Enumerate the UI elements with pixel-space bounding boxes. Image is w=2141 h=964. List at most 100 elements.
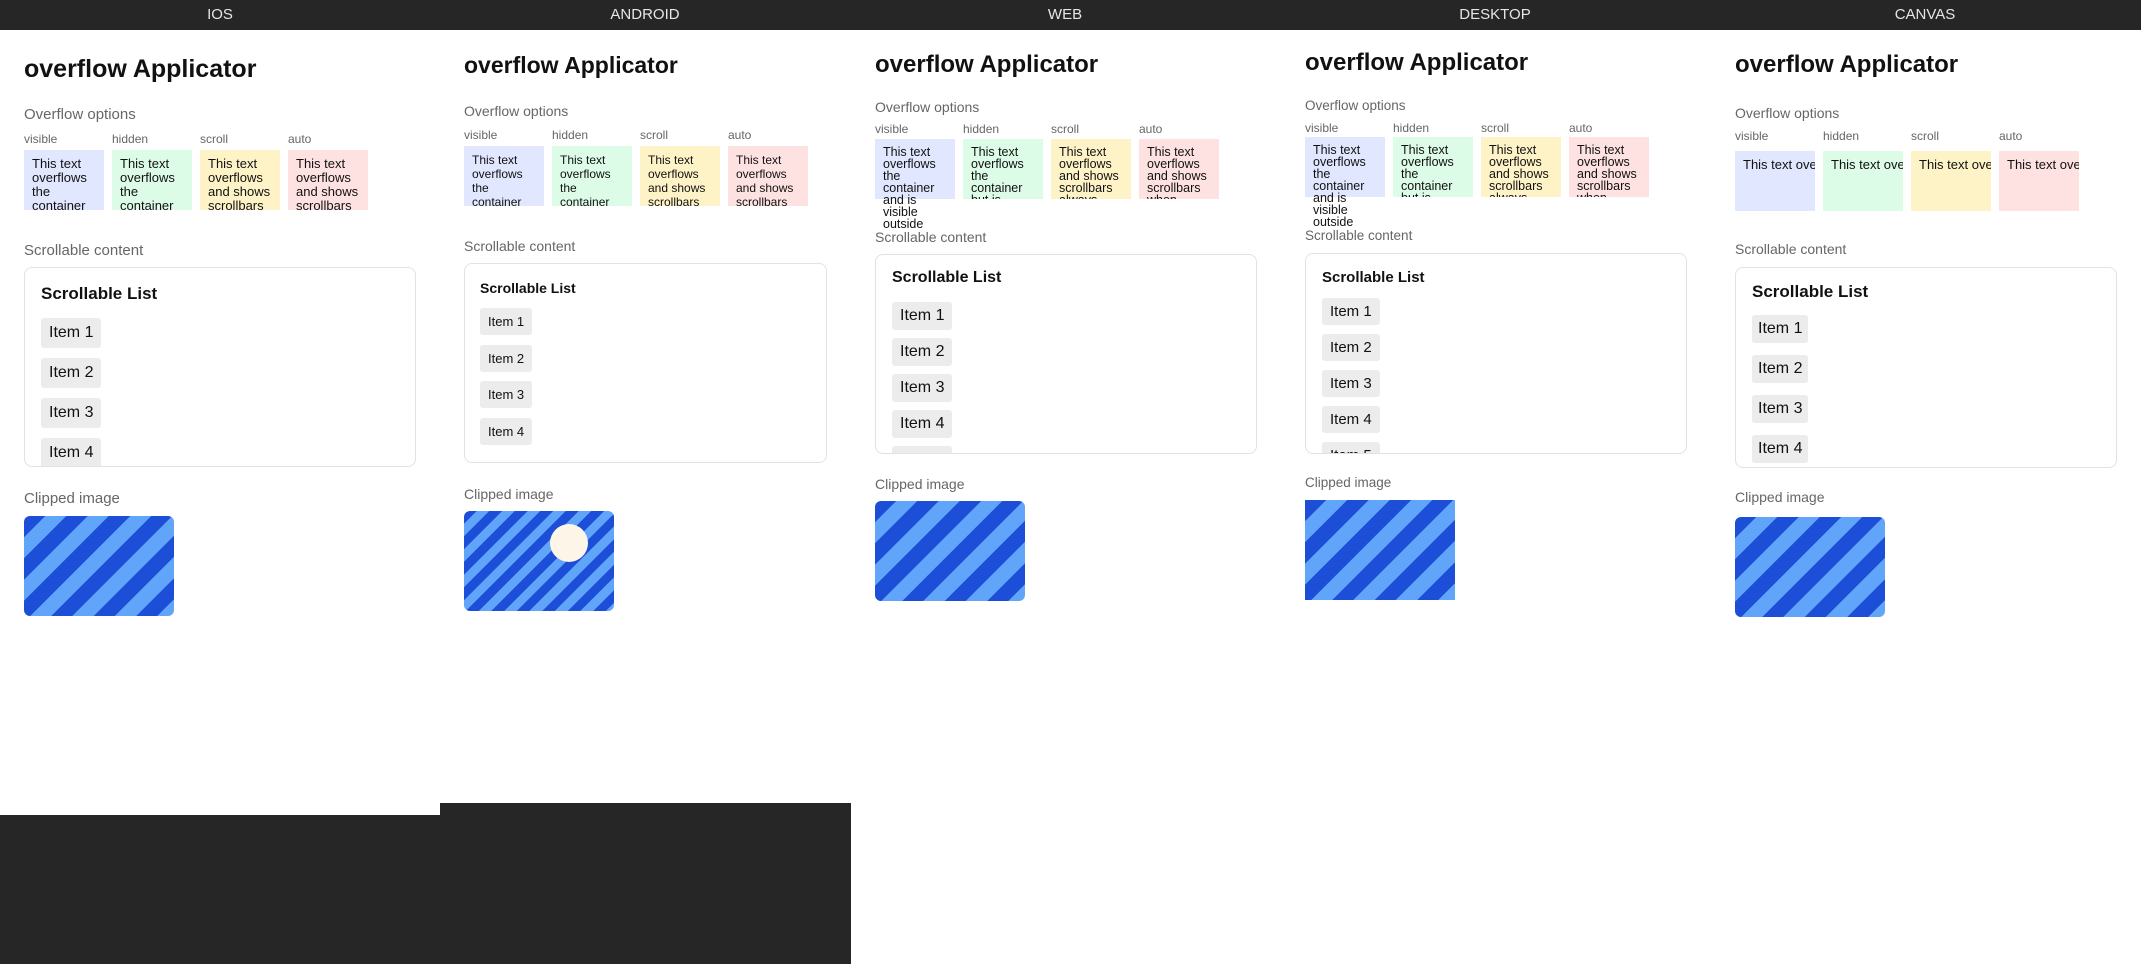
list-item: Item 2 — [41, 358, 102, 388]
overflow-visible-box: This text overflows the container and is… — [1735, 151, 1815, 211]
ios-empty-area — [0, 815, 440, 964]
clipped-image-heading: Clipped image — [24, 490, 120, 507]
label-auto: auto — [1999, 129, 2023, 143]
overflow-options-heading: Overflow options — [875, 99, 980, 115]
overflow-hidden-box: This text overflows the container but is… — [1823, 151, 1903, 211]
scrollable-content-heading: Scrollable content — [464, 238, 576, 254]
label-scroll: scroll — [1911, 129, 1940, 143]
scrollable-list-panel[interactable]: Scrollable List Item 1 Item 2 Item 3 Ite… — [24, 267, 416, 467]
clipped-image-heading: Clipped image — [1305, 475, 1392, 490]
list-item: Item 1 — [480, 308, 533, 335]
overflow-auto-box[interactable]: This text overflows and shows scrollbars… — [1569, 137, 1649, 197]
striped-image — [24, 516, 174, 616]
platform-tab-bar: IOS ANDROID WEB DESKTOP CANVAS — [0, 0, 2141, 30]
list-item: Item 4 — [892, 410, 953, 438]
overflow-visible-box: This text overflows the container and is… — [24, 150, 104, 210]
overflow-visible-box: This text overflows the container and is… — [1305, 137, 1385, 228]
label-auto: auto — [728, 128, 752, 142]
list-item: Item 2 — [480, 345, 533, 372]
overflow-scroll-box[interactable]: This text overflows and shows scrollbars… — [640, 146, 720, 206]
overflow-options-heading: Overflow options — [1735, 105, 1840, 121]
scrollable-list-panel[interactable]: Scrollable List Item 1 Item 2 Item 3 Ite… — [1305, 253, 1687, 454]
list-item: Item 5 — [1322, 442, 1380, 453]
label-auto: auto — [1569, 121, 1593, 135]
list-item: Item 3 — [1752, 395, 1809, 423]
scrollable-content-heading: Scrollable content — [24, 242, 144, 259]
list-item: Item 2 — [1752, 355, 1809, 383]
overflow-hidden-box: This text overflows the container but is… — [963, 139, 1043, 199]
overflow-hidden-box: This text overflows the container but is… — [112, 150, 192, 210]
list-item: Item 4 — [1322, 406, 1380, 433]
canvas-preview: overflow Applicator Overflow options vis… — [1711, 30, 2141, 964]
overflow-auto-box[interactable]: This text overflows and shows scrollbars… — [728, 146, 808, 206]
list-item: Item 2 — [1322, 334, 1380, 361]
label-hidden: hidden — [552, 128, 589, 142]
overflow-auto-box[interactable]: This text overflows and shows scrollbars… — [1999, 151, 2079, 211]
overflow-scroll-box[interactable]: This text overflows and shows scrollbars… — [1051, 139, 1131, 199]
clipped-image-heading: Clipped image — [1735, 489, 1825, 505]
page-title: overflow Applicator — [24, 55, 257, 83]
overflow-options-heading: Overflow options — [24, 106, 136, 123]
scrollable-content-heading: Scrollable content — [1735, 241, 1847, 257]
list-item: Item 4 — [41, 438, 102, 466]
overflow-visible-box: This text overflows the container and is… — [875, 139, 955, 230]
list-item: Item 2 — [892, 338, 953, 366]
label-visible: visible — [24, 132, 58, 146]
tab-android[interactable]: ANDROID — [545, 0, 745, 30]
list-item: Item 1 — [41, 318, 102, 348]
label-scroll: scroll — [1051, 122, 1080, 136]
list-item: Item 3 — [480, 381, 533, 408]
scrollable-list-panel[interactable]: Scrollable List Item 1 Item 2 Item 3 Ite… — [875, 254, 1257, 454]
overflow-scroll-box[interactable]: This text overflows and shows scrollbars… — [1481, 137, 1561, 197]
overflow-scroll-box[interactable]: This text overflows and shows scrollbars… — [1911, 151, 1991, 211]
web-preview: overflow Applicator Overflow options vis… — [851, 30, 1281, 964]
list-item: Item 1 — [1752, 315, 1809, 343]
scrollable-list-title: Scrollable List — [892, 269, 1002, 286]
tab-web[interactable]: WEB — [965, 0, 1165, 30]
label-visible: visible — [1735, 129, 1769, 143]
list-item: Item 3 — [41, 398, 102, 428]
scrollable-content-heading: Scrollable content — [1305, 228, 1413, 243]
tab-canvas[interactable]: CANVAS — [1825, 0, 2025, 30]
circle-shape — [550, 524, 588, 562]
scrollable-list-title: Scrollable List — [480, 280, 576, 296]
scrollable-list-title: Scrollable List — [41, 284, 158, 303]
page-title: overflow Applicator — [875, 51, 1099, 78]
label-auto: auto — [1139, 122, 1163, 136]
overflow-hidden-box: This text overflows the container but is… — [552, 146, 632, 206]
clipped-image-heading: Clipped image — [875, 476, 965, 492]
page-title: overflow Applicator — [1305, 49, 1529, 76]
overflow-scroll-box[interactable]: This text overflows and shows scrollbars… — [200, 150, 280, 210]
overflow-visible-box: This text overflows the container and is… — [464, 146, 544, 206]
label-visible: visible — [464, 128, 498, 142]
striped-image — [464, 511, 614, 611]
striped-image — [1735, 517, 1885, 617]
clipped-image-heading: Clipped image — [464, 486, 554, 502]
list-item: Item 1 — [1322, 298, 1380, 325]
overflow-hidden-box: This text overflows the container but is… — [1393, 137, 1473, 197]
label-visible: visible — [875, 122, 909, 136]
tab-ios[interactable]: IOS — [120, 0, 320, 30]
overflow-auto-box[interactable]: This text overflows and shows scrollbars… — [1139, 139, 1219, 199]
scrollable-list-panel[interactable]: Scrollable List Item 1 Item 2 Item 3 Ite… — [464, 263, 827, 463]
label-auto: auto — [288, 132, 312, 146]
label-hidden: hidden — [1393, 121, 1430, 135]
label-scroll: scroll — [640, 128, 669, 142]
list-item: Item 3 — [892, 374, 953, 402]
scrollable-list-panel[interactable]: Scrollable List Item 1 Item 2 Item 3 Ite… — [1735, 267, 2117, 468]
overflow-auto-box[interactable]: This text overflows and shows scrollbars… — [288, 150, 368, 210]
list-item: Item 4 — [1752, 435, 1809, 463]
label-hidden: hidden — [112, 132, 149, 146]
list-item: Item 3 — [1322, 370, 1380, 397]
label-visible: visible — [1305, 121, 1339, 135]
list-item: Item 4 — [480, 418, 533, 445]
scrollable-list-title: Scrollable List — [1322, 269, 1425, 286]
list-item: Item 1 — [892, 302, 953, 330]
striped-image — [875, 501, 1025, 601]
tab-desktop[interactable]: DESKTOP — [1395, 0, 1595, 30]
label-hidden: hidden — [963, 122, 1000, 136]
desktop-preview: overflow Applicator Overflow options vis… — [1281, 30, 1711, 964]
page-title: overflow Applicator — [464, 52, 678, 78]
list-item: Item 5 — [892, 446, 953, 453]
label-scroll: scroll — [1481, 121, 1510, 135]
